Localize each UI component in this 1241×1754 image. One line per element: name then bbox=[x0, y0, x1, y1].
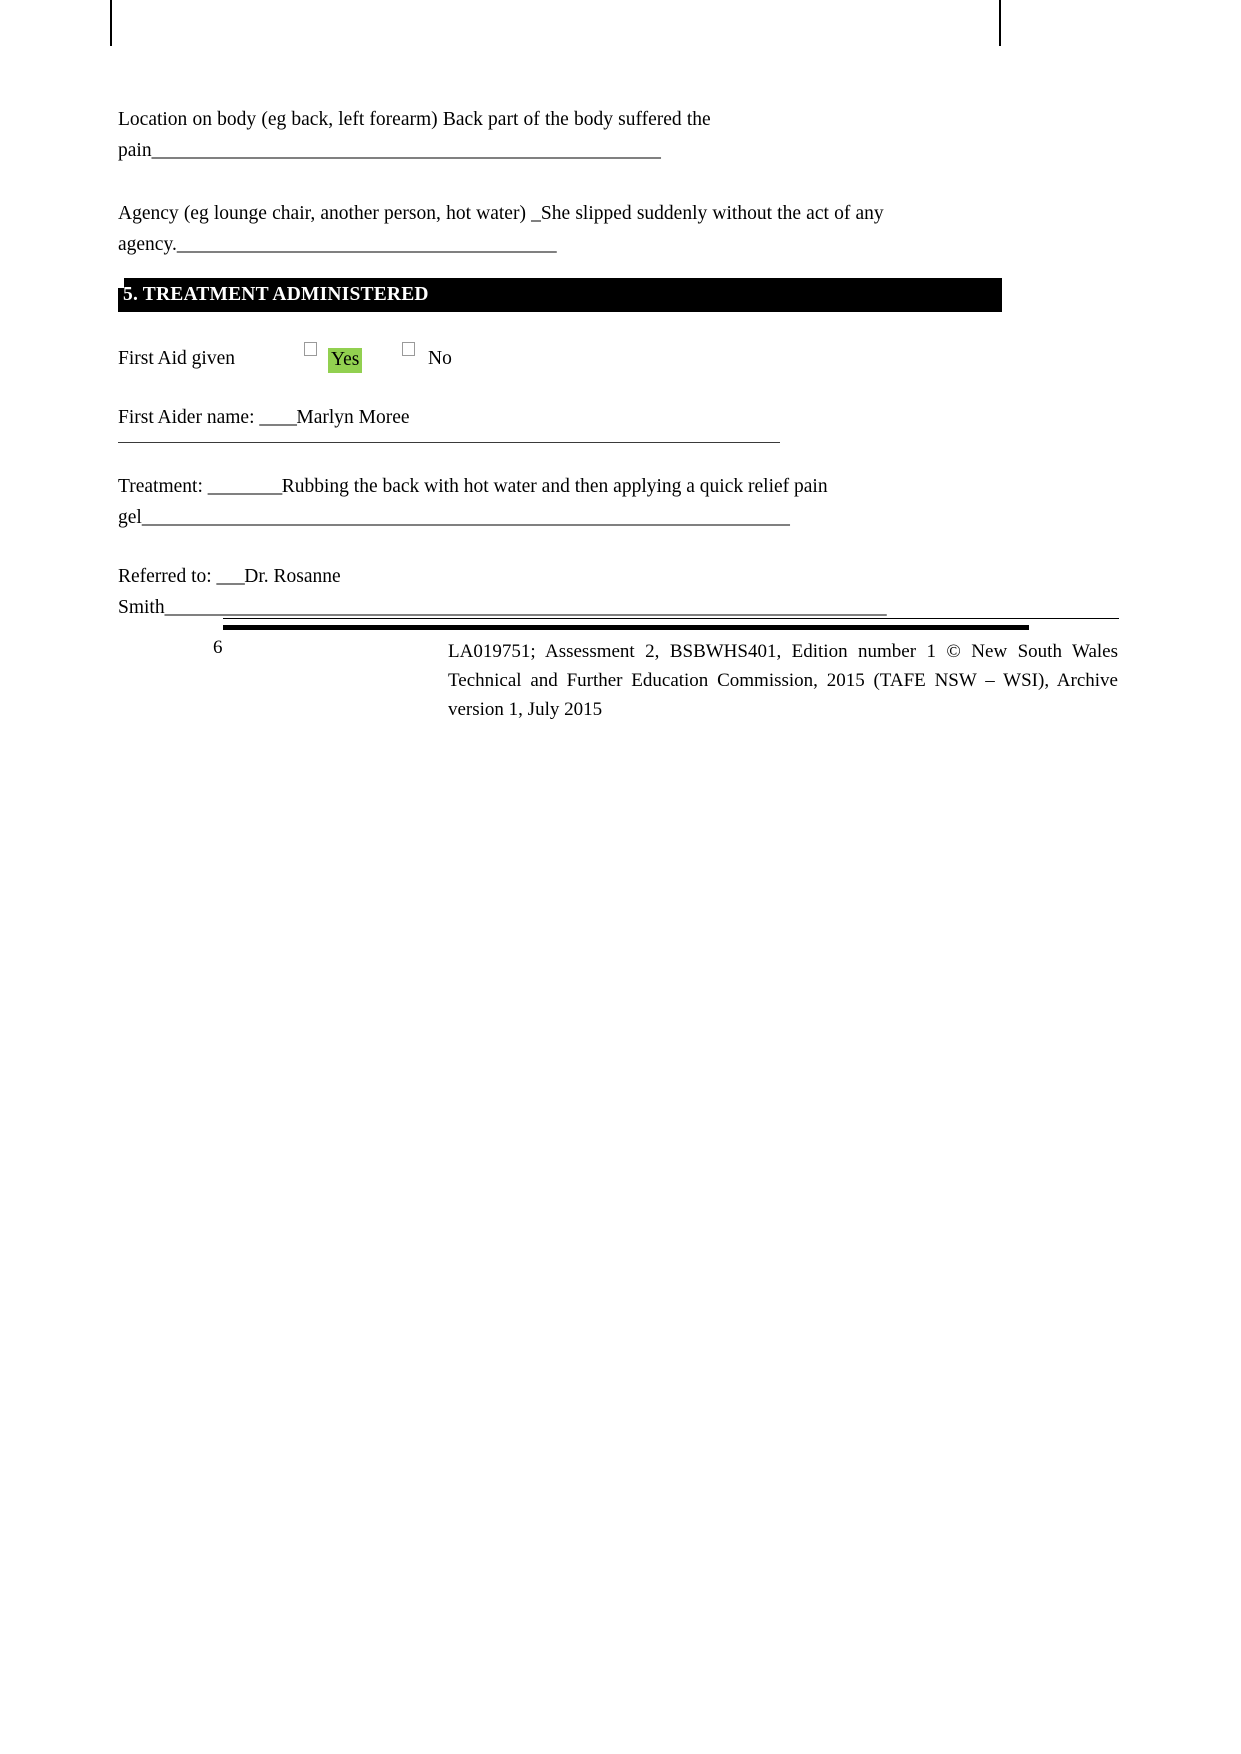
checkbox-no[interactable] bbox=[402, 342, 415, 356]
first-aid-given-row: First Aid given Yes No bbox=[118, 340, 1002, 374]
referred-to-fill-line: ________________________________________… bbox=[164, 597, 887, 618]
location-on-body-field: Location on body (eg back, left forearm)… bbox=[118, 104, 1002, 166]
footer-rule-thin bbox=[223, 618, 1119, 619]
referred-to-field: Referred to: ___Dr. Rosanne Smith_______… bbox=[118, 561, 1002, 623]
section-header-label: 5. TREATMENT ADMINISTERED bbox=[123, 284, 429, 305]
first-aider-name-rule bbox=[118, 442, 780, 443]
first-aider-name-value: Marlyn Moree bbox=[296, 407, 410, 428]
first-aider-name-field: First Aider name: ____Marlyn Moree bbox=[118, 402, 1002, 443]
section-header-treatment-administered: 5. TREATMENT ADMINISTERED bbox=[118, 278, 1002, 312]
agency-fill-line: ________________________________________… bbox=[176, 234, 557, 255]
option-label-yes[interactable]: Yes bbox=[328, 348, 363, 373]
document-page: Location on body (eg back, left forearm)… bbox=[0, 0, 1241, 1754]
crop-mark-right bbox=[999, 0, 1001, 46]
document-content: Location on body (eg back, left forearm)… bbox=[118, 104, 1119, 720]
referred-to-label: Referred to: bbox=[118, 566, 217, 587]
location-on-body-fill-line: ________________________________________… bbox=[151, 140, 661, 161]
agency-label: Agency (eg lounge chair, another person,… bbox=[118, 203, 532, 224]
option-label-no[interactable]: No bbox=[428, 348, 452, 370]
footer-copyright-text: LA019751; Assessment 2, BSBWHS401, Editi… bbox=[448, 641, 1118, 720]
crop-mark-left bbox=[110, 0, 112, 46]
first-aid-given-label: First Aid given bbox=[118, 348, 236, 369]
first-aider-name-lead-fill: ____ bbox=[259, 407, 297, 428]
location-on-body-label: Location on body (eg back, left forearm) bbox=[118, 109, 443, 130]
referred-to-lead-fill: ___ bbox=[216, 566, 245, 587]
page-number: 6 bbox=[213, 637, 223, 658]
treatment-fill-line: ________________________________________… bbox=[141, 507, 790, 528]
agency-field: Agency (eg lounge chair, another person,… bbox=[118, 198, 1002, 260]
treatment-field: Treatment: ________Rubbing the back with… bbox=[118, 471, 1002, 533]
footer-rule-thick bbox=[223, 625, 1029, 630]
treatment-label: Treatment: bbox=[118, 476, 208, 497]
first-aider-name-label: First Aider name: bbox=[118, 407, 260, 428]
section-bar-notch bbox=[118, 278, 124, 288]
checkbox-yes[interactable] bbox=[304, 342, 317, 356]
treatment-lead-fill: ________ bbox=[207, 476, 283, 497]
